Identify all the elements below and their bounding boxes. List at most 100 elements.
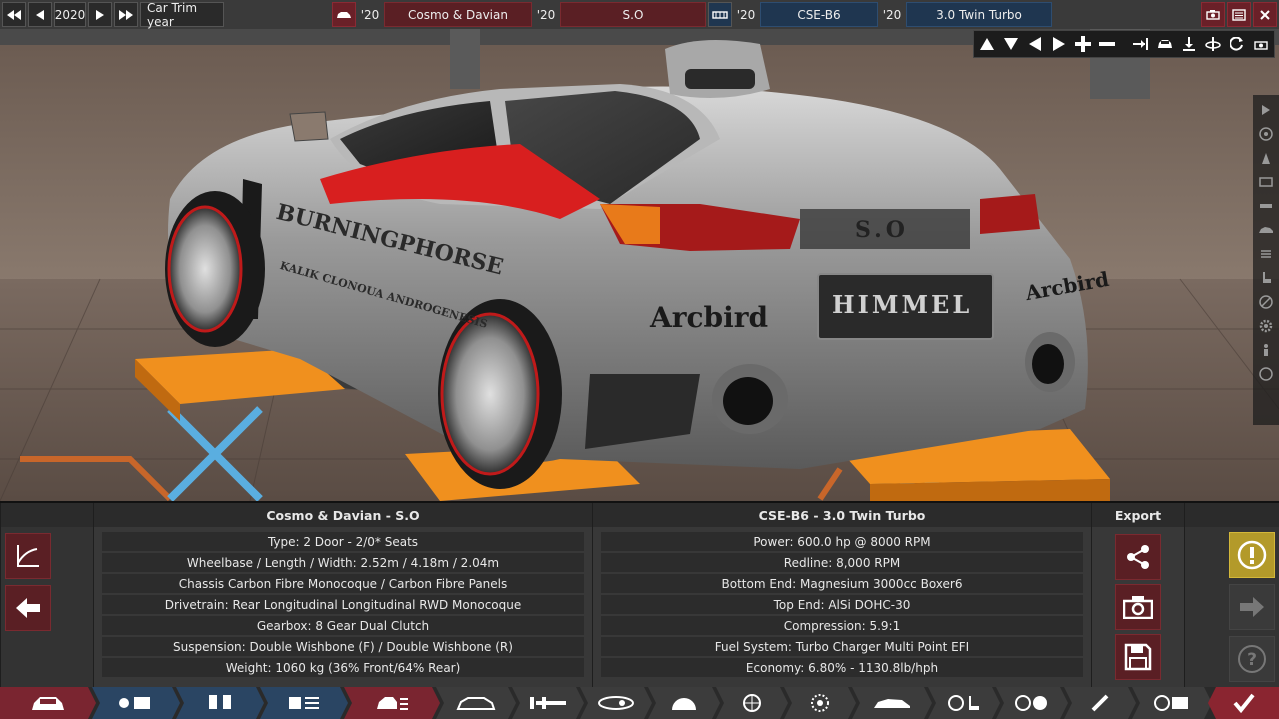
engine-info-title: CSE-B6 - 3.0 Twin Turbo <box>593 503 1091 527</box>
nav-test-drive[interactable] <box>996 687 1068 719</box>
decal-brand: Arcbird <box>650 301 769 334</box>
nav-interior[interactable] <box>928 687 1000 719</box>
warning-button[interactable] <box>1229 532 1275 578</box>
engine-redline-row: Redline: 8,000 RPM <box>601 553 1083 572</box>
model-select-button[interactable] <box>332 2 356 27</box>
close-icon <box>1260 9 1270 20</box>
zoom-out-button[interactable] <box>1096 33 1118 55</box>
nav-car-model[interactable] <box>0 687 96 719</box>
nav-chassis[interactable] <box>512 687 584 719</box>
last-year-button[interactable] <box>114 2 138 27</box>
fit-view-button[interactable] <box>1130 33 1152 55</box>
strip-vent-button[interactable] <box>1256 243 1276 265</box>
next-button[interactable] <box>1229 584 1275 630</box>
nav-car-trim[interactable] <box>344 687 440 719</box>
camera-down-button[interactable] <box>1000 33 1022 55</box>
arrow-to-edge-icon <box>1133 38 1148 50</box>
pistons-icon <box>205 693 235 713</box>
strip-body-button[interactable] <box>1256 219 1276 241</box>
chassis-icon <box>528 695 568 711</box>
gear-icon <box>1259 319 1273 333</box>
car-dimensions-row: Wheelbase / Length / Width: 2.52m / 4.18… <box>102 553 584 572</box>
right-action-column: ? <box>1184 503 1279 689</box>
arrow-up-icon <box>980 38 994 50</box>
stats-graph-button[interactable] <box>5 533 51 579</box>
nav-wheels[interactable] <box>716 687 788 719</box>
save-button[interactable] <box>1115 634 1161 680</box>
confirm-button[interactable] <box>1208 687 1279 719</box>
year-field[interactable]: 2020 <box>54 2 86 27</box>
left-column-header <box>1 503 93 527</box>
nav-tyres[interactable] <box>784 687 856 719</box>
drop-view-button[interactable] <box>1178 33 1200 55</box>
plus-icon <box>1075 36 1091 52</box>
strip-badge-button[interactable] <box>1256 291 1276 313</box>
svg-text:?: ? <box>1247 650 1257 670</box>
strip-shape-button[interactable] <box>1256 363 1276 385</box>
car-drivetrain-row: Drivetrain: Rear Longitudinal Longitudin… <box>102 595 584 614</box>
trim-name-field[interactable]: S.O <box>560 2 706 27</box>
model-name-field[interactable]: Cosmo & Davian <box>384 2 532 27</box>
decal-rear-badge: S.O <box>855 217 909 243</box>
first-year-button[interactable] <box>2 2 26 27</box>
nav-brakes[interactable] <box>648 687 720 719</box>
car-chassis-row: Chassis Carbon Fibre Monocoque / Carbon … <box>102 574 584 593</box>
family-year: '20 <box>734 2 758 27</box>
camera-icon <box>1254 40 1268 50</box>
nav-tuning[interactable] <box>1064 687 1136 719</box>
close-button[interactable] <box>1253 2 1277 27</box>
nav-body[interactable] <box>436 687 516 719</box>
strip-wheel-button[interactable] <box>1256 123 1276 145</box>
prev-icon <box>36 9 44 20</box>
strip-grille-button[interactable] <box>1256 171 1276 193</box>
expand-strip-button[interactable] <box>1256 99 1276 121</box>
car-info-title: Cosmo & Davian - S.O <box>94 503 592 527</box>
gauge-flag-icon <box>1152 693 1192 713</box>
steering-flag-icon <box>1014 693 1050 713</box>
export-photo-button[interactable] <box>1115 584 1161 630</box>
family-name-field[interactable]: CSE-B6 <box>760 2 878 27</box>
camera-icon <box>1123 596 1153 619</box>
camera-up-button[interactable] <box>976 33 998 55</box>
refresh-icon <box>1230 37 1243 51</box>
camera-right-button[interactable] <box>1048 33 1070 55</box>
car-trim-year-label: Car Trim year <box>140 1 224 29</box>
nav-engine-family[interactable] <box>92 687 180 719</box>
nav-engine-variant[interactable] <box>260 687 348 719</box>
rotate-view-button[interactable] <box>1202 33 1224 55</box>
screenshot-button[interactable] <box>1201 2 1225 27</box>
circle-icon <box>1259 367 1273 381</box>
camera-icon <box>1206 10 1220 20</box>
engine-info-column: CSE-B6 - 3.0 Twin Turbo Power: 600.0 hp … <box>592 503 1091 689</box>
strip-driver-button[interactable] <box>1256 339 1276 361</box>
model-year: '20 <box>358 2 382 27</box>
variant-name-field[interactable]: 3.0 Twin Turbo <box>906 2 1052 27</box>
right-column-header <box>1185 503 1279 527</box>
car-body-icon <box>456 695 496 711</box>
viewport-screenshot-button[interactable] <box>1250 33 1272 55</box>
left-action-column <box>0 503 93 689</box>
camera-left-button[interactable] <box>1024 33 1046 55</box>
car-3d-viewport[interactable]: Arcbird Arcbird S.O HIMMEL BURNINGPHORSE… <box>0 29 1279 501</box>
engine-select-button[interactable] <box>708 2 732 27</box>
prev-year-button[interactable] <box>28 2 52 27</box>
nav-results[interactable] <box>1132 687 1212 719</box>
strip-exhaust-button[interactable] <box>1256 147 1276 169</box>
back-button[interactable] <box>5 585 51 631</box>
strip-interior-button[interactable] <box>1256 267 1276 289</box>
arrow-down-line-icon <box>1183 37 1195 51</box>
reset-view-button[interactable] <box>1226 33 1248 55</box>
nav-fixtures[interactable] <box>852 687 932 719</box>
help-button[interactable]: ? <box>1229 636 1275 682</box>
nav-engine-block[interactable] <box>176 687 264 719</box>
strip-settings-button[interactable] <box>1256 315 1276 337</box>
car-icon <box>337 11 351 18</box>
strip-bumper-button[interactable] <box>1256 195 1276 217</box>
aero-icon <box>596 695 636 711</box>
share-button[interactable] <box>1115 534 1161 580</box>
zoom-in-button[interactable] <box>1072 33 1094 55</box>
car-view-button[interactable] <box>1154 33 1176 55</box>
next-year-button[interactable] <box>88 2 112 27</box>
nav-aero[interactable] <box>580 687 652 719</box>
menu-button[interactable] <box>1227 2 1251 27</box>
